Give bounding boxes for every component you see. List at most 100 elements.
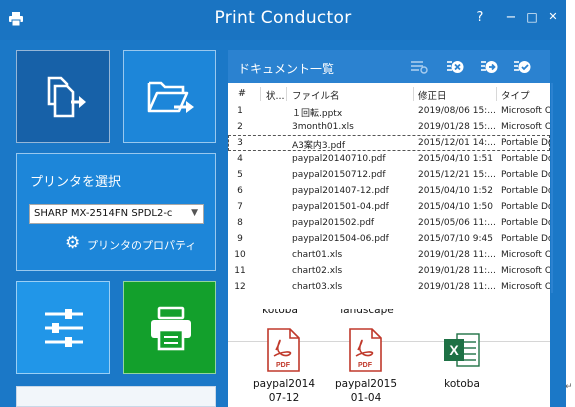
thumbnail-partial-label: landscape: [340, 309, 394, 316]
row-modified: 2015/05/06 11:...: [418, 218, 496, 228]
row-filename: paypal20140710.pdf: [292, 154, 386, 164]
thumbnail-item[interactable]: PDF paypal2014 07-12: [252, 326, 316, 407]
column-divider[interactable]: [413, 87, 414, 101]
thumbnail-label: 07-12: [268, 392, 300, 404]
table-row[interactable]: 4 paypal20140710.pdf 2015/04/10 1:51 Por…: [228, 151, 550, 167]
pdf-file-icon: PDF: [267, 328, 300, 372]
bottom-panel: [16, 386, 216, 407]
table-row[interactable]: 6 paypal201407-12.pdf 2015/04/10 1:52 Po…: [228, 183, 550, 199]
pdf-badge: PDF: [358, 362, 373, 369]
table-row[interactable]: 12 chart03.xls 2019/01/28 11:... Microso…: [228, 279, 550, 295]
row-number: 9: [237, 234, 243, 244]
sliders-icon: [45, 309, 83, 347]
row-number: 7: [237, 202, 243, 212]
row-type: Portable Do: [501, 218, 550, 228]
row-number: 6: [237, 186, 243, 196]
table-row[interactable]: 1 １回転.pptx 2019/08/06 15:... Microsoft O: [228, 103, 550, 119]
column-header-state[interactable]: 状...: [266, 88, 286, 102]
row-modified: 2015/12/01 14:...: [418, 138, 496, 148]
printer-icon: [151, 306, 191, 351]
printer-select-label: プリンタを選択: [30, 175, 122, 190]
row-type: Portable Do: [501, 202, 550, 212]
row-type: Portable Do: [501, 154, 550, 164]
print-tile[interactable]: [123, 281, 216, 374]
thumbnail-item[interactable]: X kotoba: [430, 326, 494, 407]
row-number: 12: [234, 282, 246, 292]
thumbnail-label: 01-04: [350, 392, 382, 404]
list-scrollbar[interactable]: [551, 83, 553, 293]
pdf-badge: PDF: [276, 362, 291, 369]
row-modified: 2019/01/28 11:...: [418, 282, 496, 292]
table-row[interactable]: 8 paypal201502.pdf 2015/05/06 11:... Por…: [228, 215, 550, 231]
row-type: Portable Do: [501, 138, 550, 148]
thumbnail-partial-label: kotoba: [262, 309, 298, 316]
thumbnail-label: paypal2015: [334, 378, 398, 390]
column-divider[interactable]: [496, 87, 497, 101]
row-number: 4: [237, 154, 243, 164]
excel-badge: X: [449, 342, 459, 358]
column-divider[interactable]: [286, 87, 287, 101]
add-documents-tile[interactable]: [16, 50, 110, 143]
document-list-title: ドキュメント一覧: [238, 62, 335, 76]
maximize-button[interactable]: □: [522, 10, 542, 24]
row-type: Microsoft O: [501, 122, 550, 132]
corner-mark: ↵: [565, 382, 573, 392]
row-modified: 2015/04/10 1:50: [418, 202, 493, 212]
row-number: 3: [237, 138, 243, 148]
column-header-filename[interactable]: ファイル名: [292, 88, 410, 102]
row-type: Portable Do: [501, 234, 550, 244]
column-header-number[interactable]: #: [238, 88, 258, 99]
chevron-down-icon: ▼: [191, 208, 198, 218]
row-type: Microsoft O: [501, 282, 550, 292]
table-row[interactable]: 5 paypal20150712.pdf 2015/12/21 15:... P…: [228, 167, 550, 183]
row-filename: paypal20150712.pdf: [292, 170, 386, 180]
table-row[interactable]: 9 paypal201504-06.pdf 2015/07/10 9:45 Po…: [228, 231, 550, 247]
remove-document-icon[interactable]: [446, 59, 464, 75]
document-list-header: ドキュメント一覧: [228, 50, 550, 83]
help-button[interactable]: ?: [470, 10, 490, 25]
minimize-button[interactable]: −: [501, 10, 521, 25]
row-number: 5: [237, 170, 243, 180]
table-row[interactable]: 7 paypal201501-04.pdf 2015/04/10 1:50 Po…: [228, 199, 550, 215]
export-list-icon[interactable]: [480, 59, 498, 75]
table-row[interactable]: 11 chart02.xls 2019/01/28 11:... Microso…: [228, 263, 550, 279]
title-bar: Print Conductor ? − □ ✕: [0, 0, 566, 40]
table-row[interactable]: 10 chart01.xls 2019/01/28 11:... Microso…: [228, 247, 550, 263]
clear-list-icon[interactable]: [410, 59, 428, 75]
close-button[interactable]: ✕: [543, 10, 563, 23]
row-modified: 2015/07/10 9:45: [418, 234, 493, 244]
row-modified: 2015/04/10 1:52: [418, 186, 493, 196]
column-header-type[interactable]: タイプ: [501, 88, 550, 102]
row-filename: paypal201407-12.pdf: [292, 186, 389, 196]
row-filename: chart03.xls: [292, 282, 343, 292]
column-header-modified[interactable]: 修正日: [418, 88, 496, 102]
row-filename: chart01.xls: [292, 250, 343, 260]
app-window: Print Conductor ? − □ ✕ プリンタを選択 SHARP MX…: [0, 0, 566, 407]
row-modified: 2019/01/28 11:...: [418, 250, 496, 260]
table-header: # 状... ファイル名 修正日 タイプ: [228, 85, 550, 103]
row-type: Microsoft O: [501, 106, 550, 116]
table-row[interactable]: 2 3month01.xls 2019/01/28 15:... Microso…: [228, 119, 550, 135]
row-type: Portable Do: [501, 170, 550, 180]
thumbnail-item[interactable]: PDF paypal2015 01-04: [334, 326, 398, 407]
row-number: 10: [234, 250, 246, 260]
printer-properties-link[interactable]: ⚙ プリンタのプロパティ: [65, 233, 196, 253]
excel-file-icon: X: [444, 333, 480, 367]
pdf-file-icon: PDF: [349, 328, 382, 372]
row-number: 11: [234, 266, 246, 276]
thumbnail-label: paypal2014: [252, 378, 316, 390]
row-filename: １回転.pptx: [292, 109, 343, 119]
row-number: 8: [237, 218, 243, 228]
row-modified: 2019/01/28 11:...: [418, 266, 496, 276]
document-list-panel: ドキュメント一覧 # 状... ファイル名 修正日 タイプ 1 １回転.pptx…: [228, 50, 550, 407]
row-number: 2: [237, 122, 243, 132]
row-modified: 2015/12/21 15:...: [418, 170, 496, 180]
save-list-icon[interactable]: [513, 59, 531, 75]
table-row-selected[interactable]: 3 A3案内3.pdf 2015/12/01 14:... Portable D…: [228, 135, 550, 151]
add-folder-tile[interactable]: [123, 50, 216, 143]
printer-dropdown[interactable]: SHARP MX-2514FN SPDL2-c ▼: [29, 204, 204, 224]
row-filename: paypal201501-04.pdf: [292, 202, 389, 212]
column-divider[interactable]: [260, 87, 261, 101]
row-type: Microsoft O: [501, 250, 550, 260]
settings-tile[interactable]: [16, 281, 110, 374]
